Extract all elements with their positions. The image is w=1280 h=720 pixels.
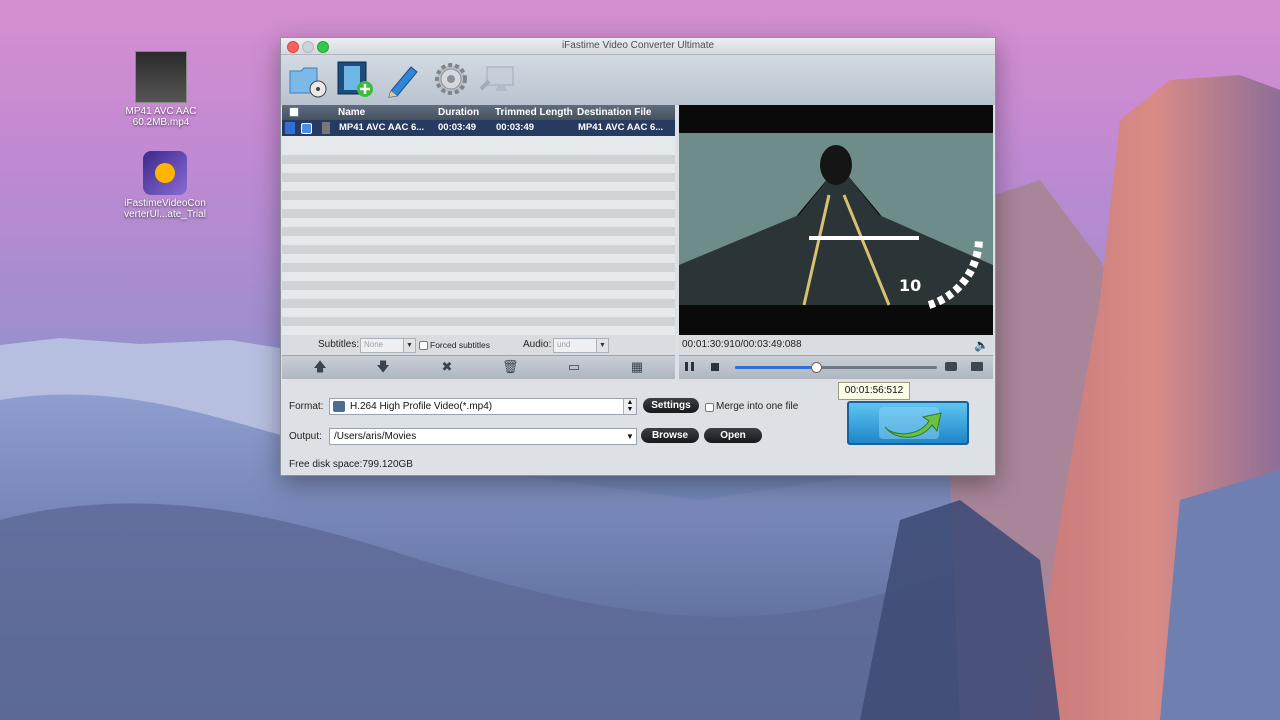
convert-button[interactable] [847,401,969,445]
empty-row [282,245,675,254]
seek-handle[interactable] [810,362,822,373]
folder-icon[interactable] [971,362,983,371]
audio-value: und [557,340,571,349]
row-name: MP41 AVC AAC 6... [339,122,425,133]
video-thumbnail-icon [135,51,187,103]
forced-subtitles-label: Forced subtitles [430,340,490,350]
list-toolbar: 🡅 🡇 ✖ 🗑 ▭ ▦ [282,355,675,379]
empty-row [282,227,675,236]
col-trimmed[interactable]: Trimmed Length [495,107,573,118]
add-video-button[interactable] [335,59,375,99]
output-label: Output: [289,431,322,442]
audio-select[interactable]: und ▼ [553,338,609,353]
converter-window: iFastime Video Converter Ultimate Name D… [280,37,996,476]
video-preview: 10 [679,105,993,335]
empty-row [282,155,675,164]
chevron-updown-icon: ▲ ▼ [623,399,636,414]
grid-icon[interactable]: ▦ [629,360,645,374]
comment-icon[interactable]: ▭ [566,360,582,374]
desktop-file-label: MP41 AVC AAC 60.2MB.mp4 [125,106,197,128]
list-header: Name Duration Trimmed Length Destination… [282,105,675,120]
toolbar [281,55,995,105]
row-selector [285,122,295,134]
desktop-app-icon[interactable]: iFastimeVideoCon verterUl...ate_Trial [115,151,215,220]
row-trimmed: 00:03:49 [496,122,535,133]
format-select[interactable]: H.264 High Profile Video(*.mp4) ▲ ▼ [329,398,637,415]
forced-subtitles-checkbox[interactable] [419,341,428,350]
row-destination: MP41 AVC AAC 6... [578,122,664,133]
playback-controls [679,355,993,379]
trash-icon[interactable]: 🗑 [502,360,519,374]
seek-time-tooltip: 00:01:56:512 [838,382,910,400]
add-video-icon [337,61,373,97]
audio-label: Audio: [523,339,552,350]
seek-slider[interactable] [735,362,937,373]
move-up-icon[interactable]: 🡅 [312,360,328,374]
display-button[interactable] [479,59,519,99]
row-duration: 00:03:49 [438,122,477,133]
chevron-down-icon: ▼ [626,432,634,441]
col-destination[interactable]: Destination File [577,107,651,118]
add-folder-icon [289,67,327,98]
settings-gear-icon [435,63,467,95]
app-film-icon [143,151,187,195]
free-disk-space: Free disk space:799.120GB [289,459,413,470]
seek-progress [735,366,816,369]
add-folder-button[interactable] [287,59,327,99]
video-frame: 10 [679,105,993,335]
subtitle-audio-bar: Subtitles: None ▼ Forced subtitles Audio… [282,335,675,355]
format-label: Format: [289,401,324,412]
window-title: iFastime Video Converter Ultimate [561,40,715,51]
stop-icon[interactable] [711,363,719,371]
col-duration[interactable]: Duration [438,107,479,118]
col-name[interactable]: Name [338,107,365,118]
empty-row [282,209,675,218]
playback-time: 00:01:30:910/00:03:49:088 [682,339,802,350]
chevron-down-icon: ▼ [596,339,608,352]
move-down-icon[interactable]: 🡇 [375,360,391,374]
empty-row [282,263,675,272]
desktop-app-label: iFastimeVideoCon verterUl...ate_Trial [124,198,206,220]
film-strip-icon [322,122,330,134]
select-all-checkbox[interactable] [289,107,299,117]
browse-button[interactable]: Browse [641,428,699,443]
subtitles-select[interactable]: None ▼ [360,338,416,353]
output-path-field[interactable]: /Users/aris/Movies ▼ [329,428,637,445]
empty-row [282,191,675,200]
settings-button[interactable]: Settings [643,398,699,413]
format-type-icon [333,401,345,412]
output-path-value: /Users/aris/Movies [334,431,417,442]
desktop-file-icon[interactable]: MP41 AVC AAC 60.2MB.mp4 [111,51,211,128]
empty-row [282,299,675,308]
title-bar[interactable]: iFastime Video Converter Ultimate [281,38,995,55]
empty-row [282,317,675,326]
pause-icon[interactable] [685,362,694,371]
remove-icon[interactable]: ✖ [439,360,455,374]
monitor-icon [479,66,514,91]
open-button[interactable]: Open [704,428,762,443]
snapshot-icon[interactable] [945,362,957,371]
chevron-down-icon: ▼ [403,339,415,352]
format-value: H.264 High Profile Video(*.mp4) [350,401,493,412]
file-list: Name Duration Trimmed Length Destination… [282,105,675,335]
subtitles-label: Subtitles: [318,339,360,350]
dial-number-10: 10 [899,276,921,295]
subtitles-value: None [364,340,384,349]
convert-arrow-icon [879,407,942,439]
merge-label: Merge into one file [716,401,799,412]
settings-button[interactable] [431,59,471,99]
row-checkbox[interactable] [301,123,312,134]
edit-pencil-icon [388,66,418,98]
empty-row [282,281,675,290]
edit-button[interactable] [383,59,423,99]
table-row[interactable]: MP41 AVC AAC 6... 00:03:49 00:03:49 MP41… [282,120,675,136]
time-row: 00:01:30:910/00:03:49:088 🔈 [679,335,993,355]
merge-checkbox[interactable] [705,403,714,412]
volume-icon[interactable]: 🔈 [974,338,989,352]
empty-row [282,173,675,182]
